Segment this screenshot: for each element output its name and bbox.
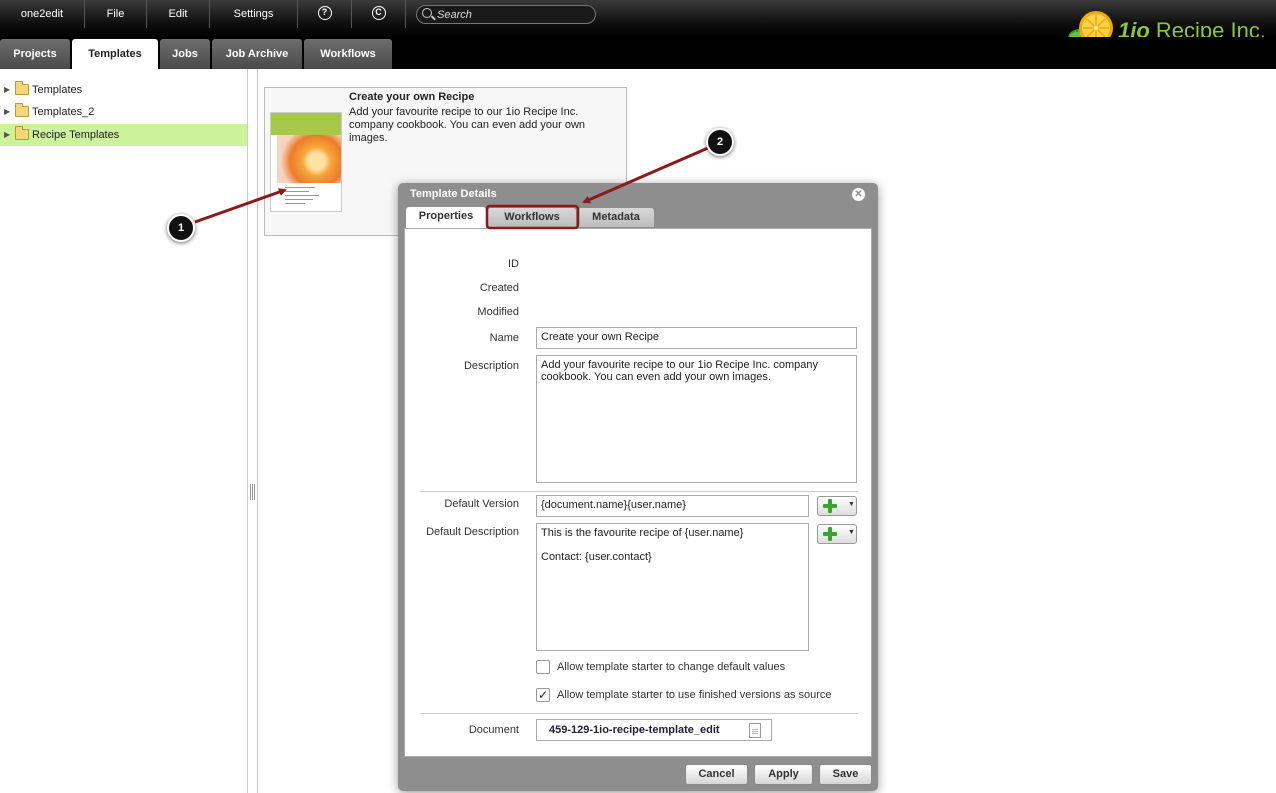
search-icon: [422, 8, 432, 18]
dialog-title: Template Details: [410, 188, 497, 200]
expand-arrow-icon[interactable]: ▶: [4, 101, 10, 123]
allow-finished-versions-label: Allow template starter to use finished v…: [557, 689, 832, 701]
modified-label: Modified: [477, 306, 519, 318]
properties-panel: ID Created Modified Name Create your own…: [404, 228, 872, 757]
tree-item-label: Recipe Templates: [32, 129, 120, 141]
document-name: 459-129-1io-recipe-template_edit: [549, 724, 720, 736]
thumbnail-header-band: [271, 113, 341, 135]
panel-splitter[interactable]: [248, 69, 258, 793]
folder-icon: [15, 126, 29, 140]
help-button[interactable]: ?: [298, 0, 352, 28]
plus-icon: [823, 527, 837, 541]
close-icon[interactable]: ✕: [852, 188, 865, 201]
allow-finished-versions-checkbox[interactable]: ✓: [536, 688, 550, 702]
search-input[interactable]: [437, 7, 587, 22]
dialog-tab-workflows[interactable]: Workflows: [488, 208, 576, 227]
folder-icon: [15, 81, 29, 95]
save-button[interactable]: Save: [819, 764, 872, 785]
chevron-down-icon: ▼: [848, 529, 855, 536]
splitter-grip-icon[interactable]: [250, 484, 255, 500]
apply-button[interactable]: Apply: [754, 764, 813, 785]
allow-change-defaults-label: Allow template starter to change default…: [557, 661, 786, 673]
refresh-button[interactable]: C: [352, 0, 406, 28]
expand-arrow-icon[interactable]: ▶: [4, 79, 10, 101]
refresh-icon: C: [371, 6, 386, 21]
callout-2-badge: 2: [706, 128, 734, 156]
description-label: Description: [463, 360, 519, 372]
app-menu[interactable]: one2edit: [0, 0, 85, 28]
name-field[interactable]: Create your own Recipe: [536, 327, 857, 349]
document-label: Document: [468, 724, 519, 736]
tree-item-templates[interactable]: ▶ Templates: [0, 79, 247, 101]
expand-arrow-icon[interactable]: ▶: [4, 124, 10, 146]
tab-projects[interactable]: Projects: [0, 39, 70, 69]
tree-item-label: Templates: [32, 84, 83, 96]
plus-icon: [823, 499, 837, 513]
file-menu[interactable]: File: [85, 0, 147, 28]
insert-variable-button[interactable]: ▼: [817, 524, 857, 544]
edit-menu[interactable]: Edit: [147, 0, 210, 28]
search-box[interactable]: [416, 5, 596, 24]
document-field[interactable]: 459-129-1io-recipe-template_edit: [536, 719, 772, 741]
id-label: ID: [508, 258, 519, 270]
cancel-button[interactable]: Cancel: [685, 764, 748, 785]
created-label: Created: [479, 282, 519, 294]
tree-item-recipe-templates[interactable]: ▶ Recipe Templates: [0, 124, 247, 146]
template-card-title: Create your own Recipe: [349, 91, 475, 103]
template-details-dialog: Template Details ✕ Properties Workflows …: [398, 183, 878, 791]
template-card-description: Add your favourite recipe to our 1io Rec…: [349, 106, 586, 144]
document-icon: [749, 723, 761, 738]
thumbnail-orange-image: [277, 135, 341, 183]
tab-job-archive[interactable]: Job Archive: [212, 39, 302, 69]
chevron-down-icon: ▼: [848, 501, 855, 508]
tree-item-label: Templates_2: [32, 106, 95, 118]
main-tabbar: Projects Templates Jobs Job Archive Work…: [0, 37, 1276, 69]
dialog-tab-properties[interactable]: Properties: [406, 207, 486, 229]
insert-variable-button[interactable]: ▼: [817, 496, 857, 516]
dialog-tab-metadata[interactable]: Metadata: [578, 208, 654, 227]
default-version-field[interactable]: {document.name}{user.name}: [536, 495, 809, 517]
folder-icon: [15, 103, 29, 117]
description-field[interactable]: Add your favourite recipe to our 1io Rec…: [536, 355, 857, 483]
default-version-label: Default Version: [444, 498, 519, 510]
settings-menu[interactable]: Settings: [210, 0, 298, 28]
tree-item-templates-2[interactable]: ▶ Templates_2: [0, 101, 247, 123]
callout-1-badge: 1: [167, 214, 195, 242]
tab-jobs[interactable]: Jobs: [160, 39, 210, 69]
tab-templates[interactable]: Templates: [72, 39, 158, 69]
section-divider: [420, 713, 858, 714]
default-description-label: Default Description: [426, 526, 519, 538]
tab-workflows[interactable]: Workflows: [304, 39, 392, 69]
section-divider: [420, 491, 858, 492]
help-icon: ?: [317, 6, 332, 21]
default-description-field[interactable]: This is the favourite recipe of {user.na…: [536, 523, 809, 651]
allow-change-defaults-checkbox[interactable]: [536, 660, 550, 674]
name-label: Name: [489, 332, 519, 344]
template-tree: ▶ Templates ▶ Templates_2 ▶ Recipe Templ…: [0, 69, 248, 793]
template-thumbnail[interactable]: [270, 112, 342, 212]
